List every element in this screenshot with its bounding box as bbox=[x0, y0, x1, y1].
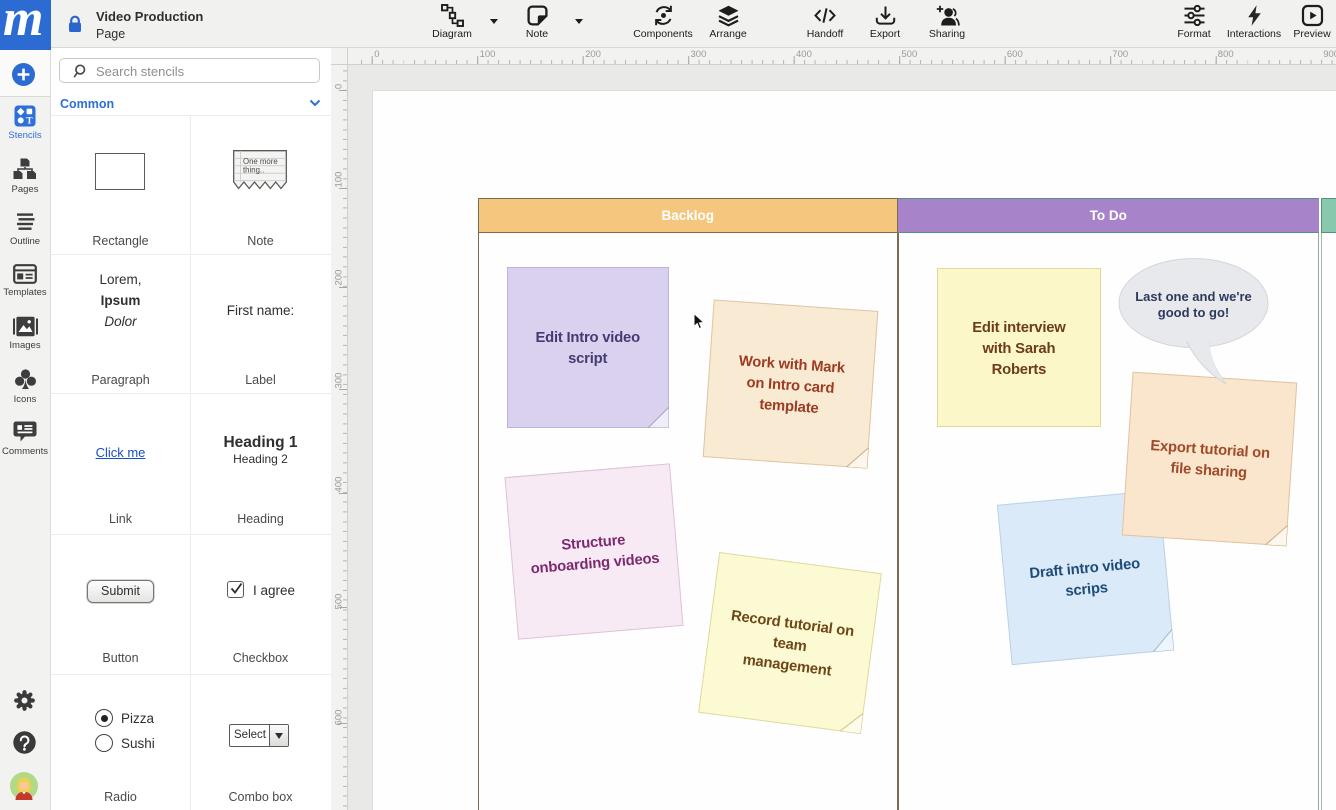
svg-text:thing..: thing.. bbox=[243, 166, 264, 175]
svg-text:T: T bbox=[26, 117, 33, 127]
